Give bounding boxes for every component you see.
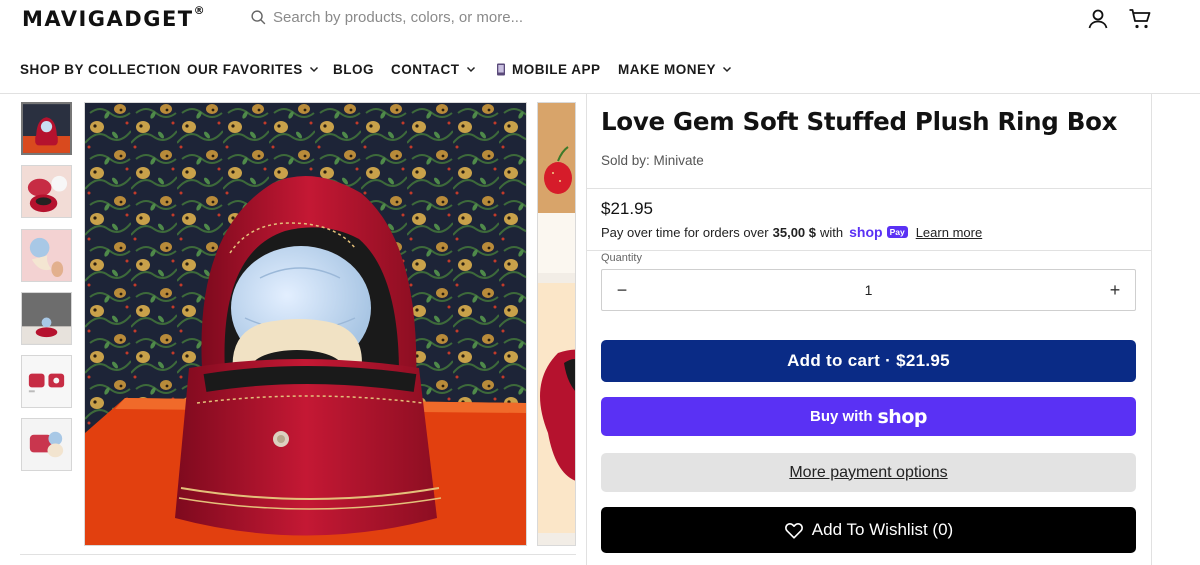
product-price: $21.95 <box>601 199 653 218</box>
installments-with: with <box>820 224 844 240</box>
nav-make-money[interactable]: MAKE MONEY <box>618 62 732 77</box>
buy-with-shop-button[interactable]: Buy with shop <box>601 397 1136 436</box>
quantity-label: Quantity <box>601 252 642 264</box>
search-bar[interactable] <box>250 9 573 26</box>
chevron-down-icon <box>722 66 732 73</box>
thumbnail-3[interactable] <box>21 229 72 282</box>
thumbnail-6[interactable] <box>21 418 72 471</box>
shop-logo: shop <box>877 405 928 428</box>
plush-ring-box-image <box>85 103 526 545</box>
product-thumbnail-image <box>23 104 70 153</box>
product-thumbnail-image <box>22 230 71 281</box>
account-icon[interactable] <box>1086 7 1110 31</box>
installments-message: Pay over time for orders over 35,00 $ wi… <box>601 224 982 240</box>
nav-label: SHOP BY COLLECTION <box>20 61 181 77</box>
nav-shop-by-collection[interactable]: SHOP BY COLLECTION <box>20 62 181 77</box>
quantity-increase-button[interactable]: + <box>1095 270 1135 310</box>
product-thumbnail-image <box>22 419 71 470</box>
add-to-cart-button[interactable]: Add to cart · $21.95 <box>601 340 1136 382</box>
site-header: MAVIGADGET® <box>0 0 1200 40</box>
nav-our-favorites[interactable]: OUR FAVORITES <box>187 62 319 77</box>
nav-divider <box>0 93 1200 94</box>
quantity-stepper: − 1 + <box>601 269 1136 311</box>
chevron-down-icon <box>309 66 318 73</box>
thumbnail-4[interactable] <box>21 292 72 345</box>
add-to-wishlist-button[interactable]: Add To Wishlist (0) <box>601 507 1136 553</box>
cart-icon[interactable] <box>1128 7 1152 31</box>
thumbnail-5[interactable] <box>21 355 72 408</box>
next-image-preview <box>538 103 575 545</box>
quantity-input[interactable]: 1 <box>865 282 873 298</box>
search-icon <box>251 10 266 25</box>
nav-label: CONTACT <box>391 61 460 77</box>
search-input[interactable] <box>273 9 573 26</box>
site-logo[interactable]: MAVIGADGET® <box>22 4 205 31</box>
product-thumbnail-image <box>22 356 71 407</box>
info-divider <box>587 188 1151 189</box>
nav-label: BLOG <box>333 61 374 77</box>
shop-pay-logo: shop <box>849 224 883 240</box>
nav-mobile-app[interactable]: MOBILE APP <box>496 62 601 77</box>
seller-name: Sold by: Minivate <box>601 153 704 168</box>
product-thumbnail-image <box>22 166 71 217</box>
learn-more-link[interactable]: Learn more <box>916 225 982 240</box>
column-divider-right <box>1151 93 1152 565</box>
thumbnail-2[interactable] <box>21 165 72 218</box>
nav-contact[interactable]: CONTACT <box>391 62 476 77</box>
heart-icon <box>784 523 803 539</box>
buy-with-label: Buy with <box>810 408 873 425</box>
registered-mark: ® <box>193 4 205 17</box>
wishlist-label: Add To Wishlist (0) <box>811 520 954 539</box>
column-divider <box>586 93 587 565</box>
thumbnail-1[interactable] <box>21 102 72 155</box>
phone-icon <box>497 63 505 75</box>
installments-threshold: 35,00 $ <box>772 224 816 240</box>
chevron-down-icon <box>466 66 475 73</box>
nav-label: MOBILE APP <box>512 61 601 77</box>
main-nav: SHOP BY COLLECTION OUR FAVORITES BLOG CO… <box>0 56 1200 82</box>
installments-text: Pay over time for orders over <box>601 224 769 240</box>
next-product-image-peek[interactable] <box>537 102 576 546</box>
pay-badge: Pay <box>886 226 908 238</box>
quantity-decrease-button[interactable]: − <box>602 270 642 310</box>
gallery-divider <box>20 554 576 555</box>
product-title: Love Gem Soft Stuffed Plush Ring Box <box>601 107 1118 136</box>
nav-label: OUR FAVORITES <box>187 61 303 77</box>
nav-label: MAKE MONEY <box>618 61 717 77</box>
product-thumbnail-image <box>22 293 71 344</box>
info-divider <box>587 250 1151 251</box>
main-product-image[interactable] <box>84 102 527 546</box>
more-payment-options-button[interactable]: More payment options <box>601 453 1136 492</box>
logo-text: MAVIGADGET <box>22 7 194 31</box>
nav-blog[interactable]: BLOG <box>333 62 374 77</box>
